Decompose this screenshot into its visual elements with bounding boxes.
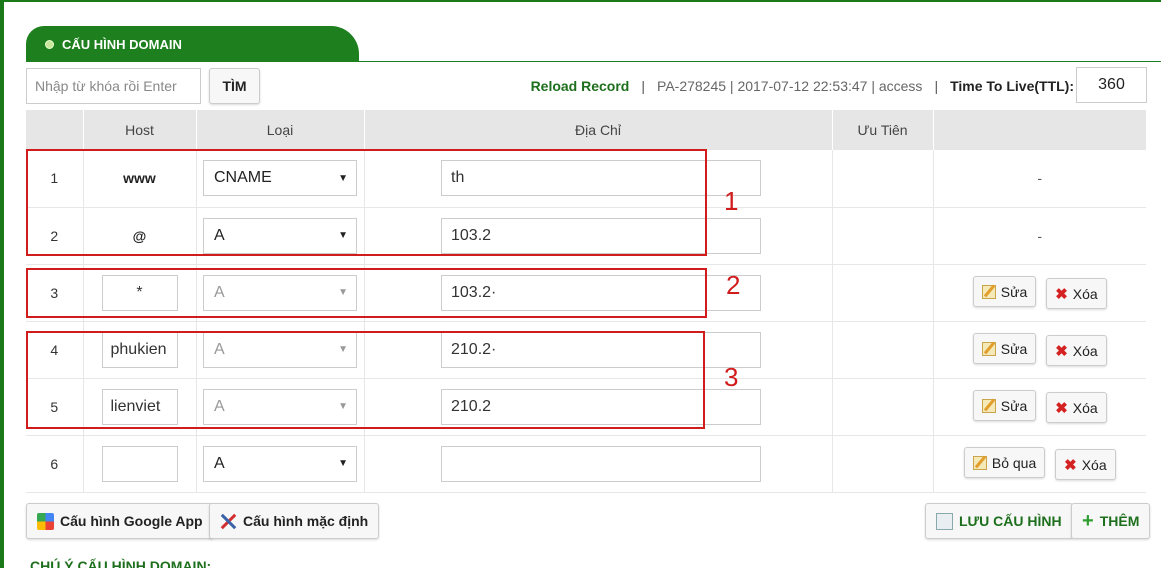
annotation-box-1 [26, 149, 707, 256]
edit-icon [981, 284, 996, 299]
default-config-button[interactable]: Cấu hình mặc định [209, 503, 380, 539]
action-placeholder: - [1037, 227, 1043, 244]
delete-button[interactable]: ✖ Xóa [1055, 449, 1116, 480]
delete-button[interactable]: ✖ Xóa [1046, 392, 1107, 423]
type-select-value: A [214, 454, 225, 472]
plus-icon: + [1082, 509, 1094, 532]
col-header-priority: Ưu Tiên [832, 110, 934, 150]
annotation-box-2 [26, 268, 707, 318]
dropdown-arrow-icon: ▼ [338, 458, 348, 469]
reload-record-link[interactable]: Reload Record [531, 78, 630, 94]
default-config-label: Cấu hình mặc định [243, 513, 369, 529]
delete-icon: ✖ [1055, 399, 1068, 417]
separator: | [641, 78, 646, 94]
edit-icon [981, 398, 996, 413]
host-input[interactable] [101, 445, 178, 482]
annotation-label-2: 2 [726, 270, 741, 300]
search-input[interactable] [26, 68, 201, 104]
delete-label: Xóa [1072, 399, 1098, 416]
ttl-input[interactable] [1076, 67, 1147, 103]
table-row: 6 A ▼ Bỏ qua ✖ Xóa [26, 435, 1146, 493]
table-header-row: Host Loại Địa Chỉ Ưu Tiên [26, 110, 1146, 150]
record-info: PA-278245 | 2017-07-12 22:53:47 | access [657, 78, 923, 94]
priority-cell [832, 150, 934, 208]
tools-icon [220, 513, 237, 530]
col-header-num [26, 110, 84, 150]
priority-cell [832, 321, 934, 379]
save-label: LƯU CẤU HÌNH [959, 513, 1062, 529]
add-record-button[interactable]: + THÊM [1071, 503, 1151, 539]
type-select[interactable]: A ▼ [203, 445, 357, 482]
separator: | [934, 78, 939, 94]
priority-cell [832, 207, 934, 265]
delete-label: Xóa [1072, 285, 1098, 302]
add-label: THÊM [1099, 513, 1140, 529]
col-header-address: Địa Chỉ [364, 110, 833, 150]
bullet-icon [45, 39, 54, 49]
col-header-actions [933, 110, 1146, 150]
skip-button[interactable]: Bỏ qua [963, 447, 1046, 478]
col-header-type: Loại [196, 110, 365, 150]
save-config-button[interactable]: LƯU CẤU HÌNH [925, 503, 1073, 539]
annotation-label-3: 3 [724, 362, 739, 392]
footer-title: CHÚ Ý CẤU HÌNH DOMAIN: [30, 558, 212, 568]
delete-label: Xóa [1072, 342, 1098, 359]
edit-button[interactable]: Sửa [972, 276, 1037, 307]
delete-button[interactable]: ✖ Xóa [1046, 278, 1107, 309]
google-app-label: Cấu hình Google App [60, 513, 203, 529]
frame-left-border [0, 0, 4, 568]
col-header-host: Host [83, 110, 197, 150]
skip-label: Bỏ qua [991, 454, 1037, 471]
edit-button[interactable]: Sửa [972, 333, 1037, 364]
annotation-label-1: 1 [724, 186, 739, 216]
edit-label: Sửa [1000, 340, 1028, 357]
panel-header: CẤU HÌNH DOMAIN [26, 26, 359, 62]
delete-icon: ✖ [1055, 342, 1068, 360]
action-placeholder: - [1037, 170, 1043, 187]
edit-label: Sửa [1000, 397, 1028, 414]
delete-button[interactable]: ✖ Xóa [1046, 335, 1107, 366]
google-app-config-button[interactable]: Cấu hình Google App [26, 503, 214, 539]
frame-top-border [0, 0, 1161, 2]
edit-icon [981, 341, 996, 356]
edit-icon [972, 455, 987, 470]
annotation-box-3 [26, 331, 705, 429]
delete-icon: ✖ [1064, 456, 1077, 474]
panel-title: CẤU HÌNH DOMAIN [62, 36, 182, 52]
delete-icon: ✖ [1055, 285, 1068, 303]
save-icon [936, 512, 953, 530]
record-toolbar: Reload Record | PA-278245 | 2017-07-12 2… [531, 68, 1074, 104]
ttl-label: Time To Live(TTL): [950, 78, 1074, 94]
delete-label: Xóa [1081, 456, 1107, 473]
priority-cell [832, 264, 934, 322]
address-input[interactable] [441, 445, 761, 482]
google-icon [37, 512, 54, 530]
edit-button[interactable]: Sửa [972, 390, 1037, 421]
row-number: 6 [26, 435, 84, 493]
panel-divider [26, 61, 1161, 62]
priority-cell [832, 435, 934, 493]
search-button[interactable]: TÌM [209, 68, 260, 104]
priority-cell [832, 378, 934, 436]
edit-label: Sửa [1000, 283, 1028, 300]
